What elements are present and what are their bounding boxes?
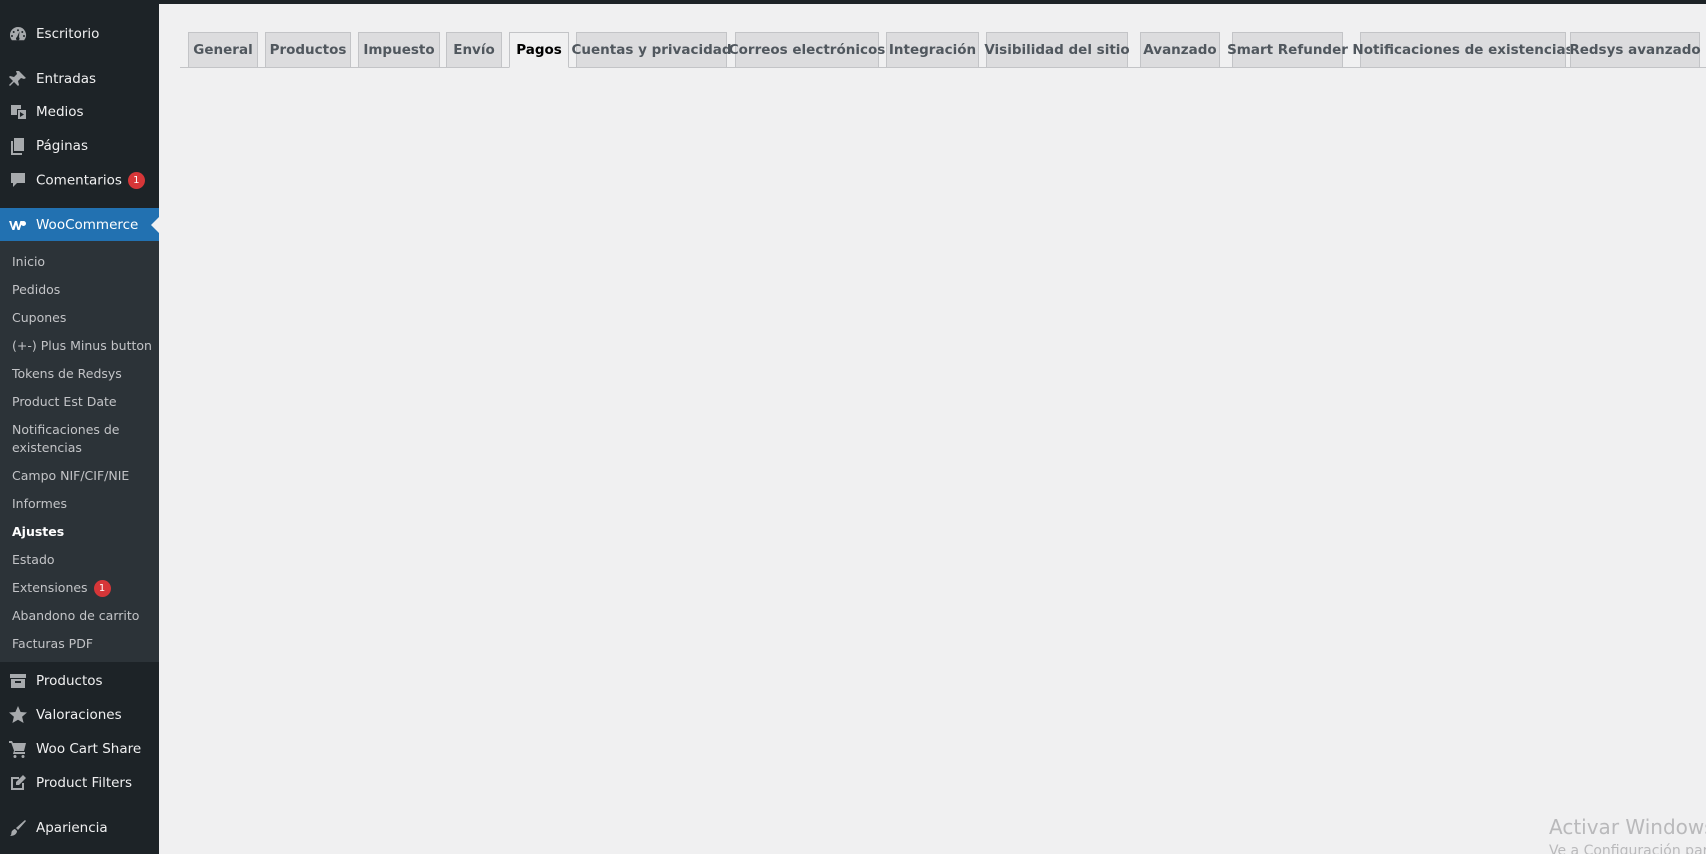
submenu-item-extensiones[interactable]: Extensiones 1 <box>12 579 152 597</box>
menu-label: Escritorio <box>36 26 100 42</box>
menu-label: Productos <box>36 673 103 689</box>
menu-item-medios[interactable]: Medios <box>0 95 159 129</box>
menu-label-text: Comentarios <box>36 172 122 188</box>
submenu-item-tokens-redsys[interactable]: Tokens de Redsys <box>12 365 152 383</box>
menu-item-productos[interactable]: Productos <box>0 664 159 698</box>
tab-productos[interactable]: Productos <box>265 32 351 68</box>
comment-count-badge: 1 <box>127 171 145 189</box>
submenu-item-cupones[interactable]: Cupones <box>12 309 152 327</box>
tab-integracion[interactable]: Integración <box>886 32 979 68</box>
tab-impuesto[interactable]: Impuesto <box>358 32 440 68</box>
menu-item-paginas[interactable]: Páginas <box>0 129 159 163</box>
top-bar <box>0 0 1706 4</box>
menu-label: Valoraciones <box>36 707 122 723</box>
tab-redsys-avanzado[interactable]: Redsys avanzado <box>1569 32 1701 68</box>
cart-icon <box>8 739 28 759</box>
settings-tabs: General Productos Impuesto Envío Pagos C… <box>180 32 1706 68</box>
pin-icon <box>8 69 28 89</box>
admin-sidebar: Escritorio Entradas Medios Páginas Comen… <box>0 0 159 854</box>
menu-item-product-filters[interactable]: Product Filters <box>0 766 159 800</box>
menu-item-comentarios[interactable]: Comentarios 1 <box>0 163 159 197</box>
menu-item-entradas[interactable]: Entradas <box>0 62 159 96</box>
tab-avanzado[interactable]: Avanzado <box>1140 32 1220 68</box>
pages-icon <box>8 136 28 156</box>
submenu-item-ajustes[interactable]: Ajustes <box>12 523 152 541</box>
woocommerce-icon <box>8 215 28 235</box>
archive-icon <box>8 671 28 691</box>
windows-activation-subtitle: Ve a Configuración para <box>1549 843 1706 854</box>
menu-label: Product Filters <box>36 775 133 791</box>
brush-icon <box>8 818 28 838</box>
submenu-item-pedidos[interactable]: Pedidos <box>12 281 152 299</box>
submenu-item-estado[interactable]: Estado <box>12 551 152 569</box>
woocommerce-submenu: Inicio Pedidos Cupones (+-) Plus Minus b… <box>0 241 159 662</box>
menu-item-valoraciones[interactable]: Valoraciones <box>0 698 159 732</box>
tab-pagos[interactable]: Pagos <box>509 32 569 68</box>
menu-label: Medios <box>36 104 84 120</box>
comment-icon <box>8 170 28 190</box>
tab-cuentas-privacidad[interactable]: Cuentas y privacidad <box>572 32 732 68</box>
tab-notificaciones-existencias[interactable]: Notificaciones de existencias <box>1352 32 1574 68</box>
submenu-item-abandono-carrito[interactable]: Abandono de carrito <box>12 607 152 625</box>
tab-correos-electronicos[interactable]: Correos electrónicos <box>729 32 885 68</box>
menu-label: Apariencia <box>36 820 108 836</box>
menu-label: Woo Cart Share <box>36 741 142 757</box>
submenu-item-notificaciones[interactable]: Notificaciones de existencias <box>12 421 152 457</box>
tab-smart-refunder[interactable]: Smart Refunder <box>1227 32 1348 68</box>
tab-envio[interactable]: Envío <box>446 32 502 68</box>
media-icon <box>8 102 28 122</box>
menu-item-woo-cart-share[interactable]: Woo Cart Share <box>0 732 159 766</box>
dashboard-icon <box>8 24 28 44</box>
submenu-item-informes[interactable]: Informes <box>12 495 152 513</box>
submenu-item-campo-nif[interactable]: Campo NIF/CIF/NIE <box>12 467 152 485</box>
windows-activation-title: Activar Windows <box>1549 815 1706 839</box>
menu-label: Comentarios 1 <box>36 171 145 189</box>
menu-item-escritorio[interactable]: Escritorio <box>0 17 159 51</box>
menu-label: Páginas <box>36 138 88 154</box>
star-icon <box>8 705 28 725</box>
tab-general[interactable]: General <box>188 32 258 68</box>
submenu-item-product-est-date[interactable]: Product Est Date <box>12 393 152 411</box>
edit-icon <box>8 773 28 793</box>
submenu-label-text: Extensiones <box>12 580 88 595</box>
submenu-item-plus-minus-button[interactable]: (+-) Plus Minus button <box>12 337 152 355</box>
menu-item-woocommerce[interactable]: WooCommerce <box>0 208 159 241</box>
submenu-item-facturas-pdf[interactable]: Facturas PDF <box>12 635 152 653</box>
menu-label: WooCommerce <box>36 216 139 233</box>
menu-label: Entradas <box>36 71 97 87</box>
tab-visibilidad-sitio[interactable]: Visibilidad del sitio <box>984 32 1130 68</box>
submenu-item-inicio[interactable]: Inicio <box>12 253 152 271</box>
menu-item-apariencia[interactable]: Apariencia <box>0 811 159 845</box>
extensions-count-badge: 1 <box>93 580 111 597</box>
